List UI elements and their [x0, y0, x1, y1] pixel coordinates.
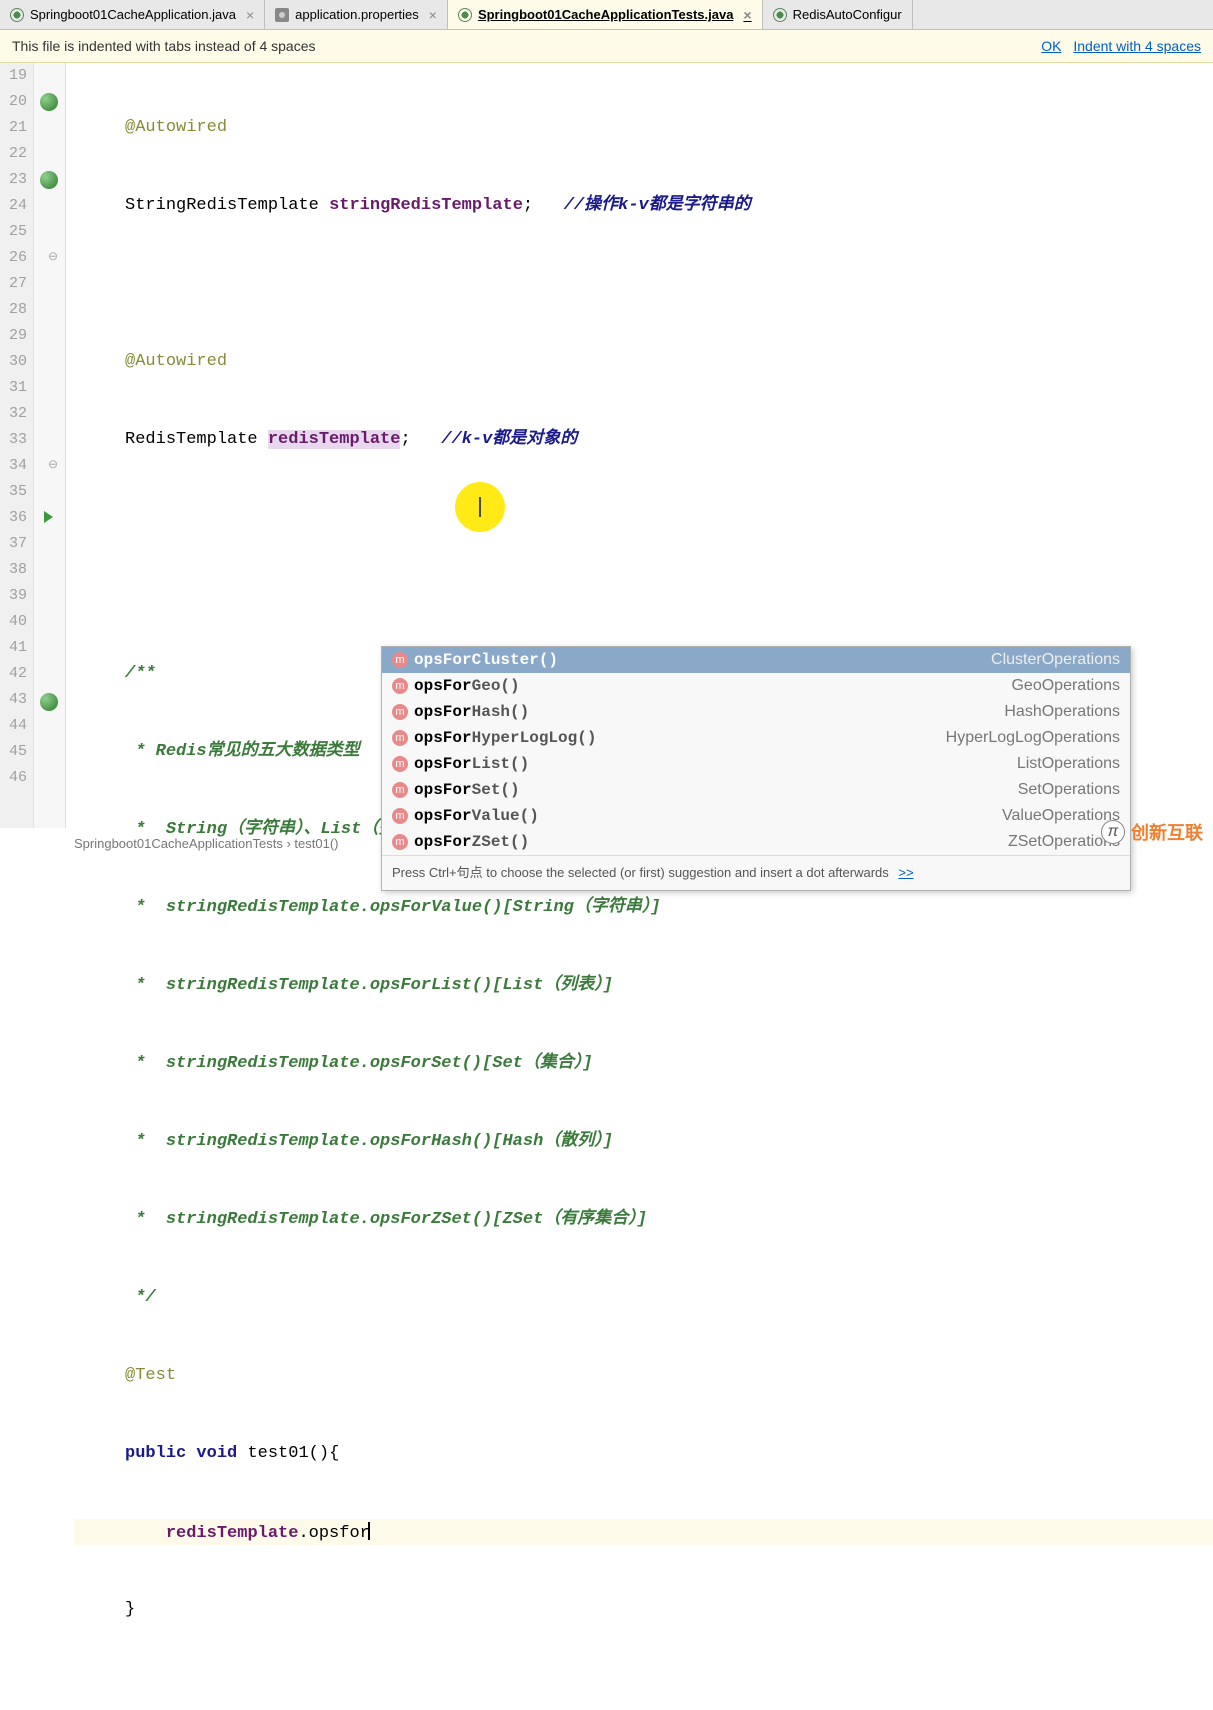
- bean-gutter-icon[interactable]: [40, 693, 58, 711]
- indent-notice: This file is indented with tabs instead …: [0, 30, 1213, 63]
- notice-actions: OK Indent with 4 spaces: [1033, 38, 1201, 54]
- tab-label: RedisAutoConfigur: [793, 7, 902, 22]
- hint-more-link[interactable]: >>: [898, 865, 913, 880]
- method-icon: m: [392, 782, 408, 798]
- completion-popup[interactable]: mopsForCluster()ClusterOperationsmopsFor…: [381, 646, 1131, 891]
- close-icon[interactable]: ×: [246, 7, 254, 23]
- method-icon: m: [392, 756, 408, 772]
- completion-item[interactable]: mopsForValue()ValueOperations: [382, 803, 1130, 829]
- completion-item[interactable]: mopsForSet()SetOperations: [382, 777, 1130, 803]
- watermark: π 创新互联: [1101, 819, 1203, 845]
- method-icon: m: [392, 834, 408, 850]
- ok-link[interactable]: OK: [1041, 38, 1061, 54]
- breadcrumb[interactable]: Springboot01CacheApplicationTests › test…: [66, 832, 346, 855]
- tab-redis-auto[interactable]: RedisAutoConfigur: [763, 0, 913, 29]
- cursor-highlight: [455, 482, 505, 532]
- java-icon: [458, 8, 472, 22]
- code-area[interactable]: @Autowired StringRedisTemplate stringRed…: [66, 63, 1213, 828]
- text-caret: [368, 1522, 370, 1540]
- run-gutter-icon[interactable]: [44, 511, 53, 523]
- properties-icon: [275, 8, 289, 22]
- gutter-marks: ⊖ ⊖: [34, 63, 66, 828]
- editor-tabs: Springboot01CacheApplication.java × appl…: [0, 0, 1213, 30]
- tab-properties[interactable]: application.properties ×: [265, 0, 448, 29]
- tab-label: Springboot01CacheApplicationTests.java: [478, 7, 733, 22]
- method-icon: m: [392, 704, 408, 720]
- java-icon: [10, 8, 24, 22]
- completion-item[interactable]: mopsForZSet()ZSetOperations: [382, 829, 1130, 855]
- bean-gutter-icon[interactable]: [40, 171, 58, 189]
- completion-hint: Press Ctrl+句点 to choose the selected (or…: [382, 855, 1130, 890]
- close-icon[interactable]: ×: [429, 7, 437, 23]
- bean-gutter-icon[interactable]: [40, 93, 58, 111]
- pi-icon: π: [1101, 820, 1125, 844]
- completion-item[interactable]: mopsForList()ListOperations: [382, 751, 1130, 777]
- indent-link[interactable]: Indent with 4 spaces: [1073, 38, 1201, 54]
- completion-item[interactable]: mopsForCluster()ClusterOperations: [382, 647, 1130, 673]
- completion-item[interactable]: mopsForHash()HashOperations: [382, 699, 1130, 725]
- tab-cache-app[interactable]: Springboot01CacheApplication.java ×: [0, 0, 265, 29]
- close-icon[interactable]: ×: [743, 7, 751, 23]
- tab-label: application.properties: [295, 7, 419, 22]
- annotation: @Autowired: [125, 352, 227, 371]
- tab-label: Springboot01CacheApplication.java: [30, 7, 236, 22]
- fold-icon[interactable]: ⊖: [44, 457, 62, 475]
- completion-item[interactable]: mopsForGeo()GeoOperations: [382, 673, 1130, 699]
- method-icon: m: [392, 652, 408, 668]
- method-icon: m: [392, 730, 408, 746]
- completion-item[interactable]: mopsForHyperLogLog()HyperLogLogOperation…: [382, 725, 1130, 751]
- line-numbers: 19202122232425 26272829303132 3334353637…: [0, 63, 34, 828]
- tab-tests[interactable]: Springboot01CacheApplicationTests.java ×: [448, 0, 763, 29]
- java-icon: [773, 8, 787, 22]
- fold-icon[interactable]: ⊖: [44, 249, 62, 267]
- annotation: @Autowired: [125, 118, 227, 137]
- method-icon: m: [392, 808, 408, 824]
- code-editor[interactable]: 19202122232425 26272829303132 3334353637…: [0, 63, 1213, 828]
- method-icon: m: [392, 678, 408, 694]
- brand-logo: 创新互联: [1131, 819, 1203, 845]
- notice-text: This file is indented with tabs instead …: [12, 38, 316, 54]
